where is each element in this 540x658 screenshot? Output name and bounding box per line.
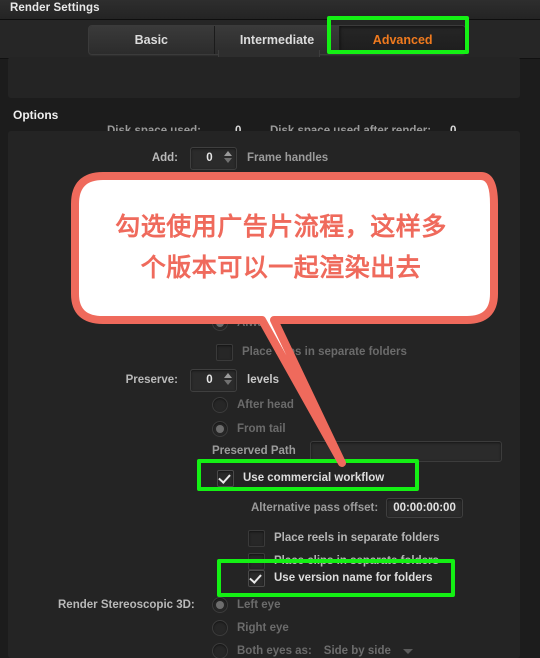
window-title: Render Settings bbox=[10, 2, 100, 14]
stepper-arrows[interactable] bbox=[224, 150, 232, 163]
both-eyes-mode-value: Side by side bbox=[323, 645, 391, 657]
callout-line-2: 个版本可以一起渲染出去 bbox=[140, 253, 422, 282]
stereoscopic-row: Render Stereoscopic 3D: bbox=[58, 595, 195, 615]
render-settings-window: Render Settings Basic Intermediate Advan… bbox=[0, 0, 540, 658]
use-commercial-workflow-label: Use commercial workflow bbox=[243, 472, 385, 484]
tab-advanced[interactable]: Advanced bbox=[340, 26, 465, 54]
callout-text: 勾选使用广告片流程，这样多 个版本可以一起渲染出去 bbox=[86, 206, 476, 288]
options-section-header: Options bbox=[13, 108, 59, 122]
add-frame-handles-row: Add: 0 Frame handles bbox=[68, 146, 329, 170]
chevron-down-icon[interactable] bbox=[402, 648, 413, 654]
place-reels-checkbox[interactable] bbox=[248, 529, 265, 547]
right-eye-label: Right eye bbox=[237, 622, 289, 634]
both-eyes-label: Both eyes as: bbox=[237, 645, 312, 657]
both-eyes-row[interactable]: Both eyes as: Side by side bbox=[212, 641, 417, 658]
chevron-down-icon[interactable] bbox=[224, 157, 232, 163]
place-clips-checkbox[interactable] bbox=[248, 552, 265, 570]
both-eyes-mode-select[interactable]: Side by side bbox=[318, 642, 417, 658]
tab-basic[interactable]: Basic bbox=[89, 26, 215, 54]
alternative-pass-offset-value[interactable]: 00:00:00:00 bbox=[386, 498, 463, 518]
frame-handles-label: Frame handles bbox=[247, 152, 329, 164]
use-version-name-checkbox[interactable] bbox=[248, 569, 265, 587]
place-reels-label: Place reels in separate folders bbox=[274, 532, 440, 544]
both-eyes-radio[interactable] bbox=[212, 643, 228, 658]
left-eye-row[interactable]: Left eye bbox=[212, 595, 280, 615]
chevron-up-icon[interactable] bbox=[224, 150, 232, 156]
left-eye-label: Left eye bbox=[237, 599, 281, 611]
place-reels-row[interactable]: Place reels in separate folders bbox=[248, 528, 440, 548]
use-version-name-row[interactable]: Use version name for folders bbox=[248, 568, 433, 588]
annotation-callout: 勾选使用广告片流程，这样多 个版本可以一起渲染出去 bbox=[62, 166, 504, 471]
alternative-pass-offset-row: Alternative pass offset: 00:00:00:00 bbox=[251, 498, 463, 518]
left-eye-radio[interactable] bbox=[212, 597, 228, 613]
window-titlebar: Render Settings bbox=[0, 0, 540, 20]
callout-line-1: 勾选使用广告片流程，这样多 bbox=[115, 212, 447, 241]
disk-space-panel: Disk space used: 0 Disk space used after… bbox=[8, 57, 520, 137]
alternative-pass-offset-label: Alternative pass offset: bbox=[251, 502, 379, 514]
use-commercial-workflow-row[interactable]: Use commercial workflow bbox=[217, 468, 384, 488]
place-clips-label: Place clips in separate folders bbox=[274, 555, 439, 567]
right-eye-radio[interactable] bbox=[212, 620, 228, 636]
use-commercial-workflow-checkbox[interactable] bbox=[217, 469, 234, 487]
add-label: Add: bbox=[151, 152, 178, 164]
right-eye-row[interactable]: Right eye bbox=[212, 618, 289, 638]
use-version-name-label: Use version name for folders bbox=[274, 572, 433, 584]
stereoscopic-label: Render Stereoscopic 3D: bbox=[58, 599, 195, 611]
